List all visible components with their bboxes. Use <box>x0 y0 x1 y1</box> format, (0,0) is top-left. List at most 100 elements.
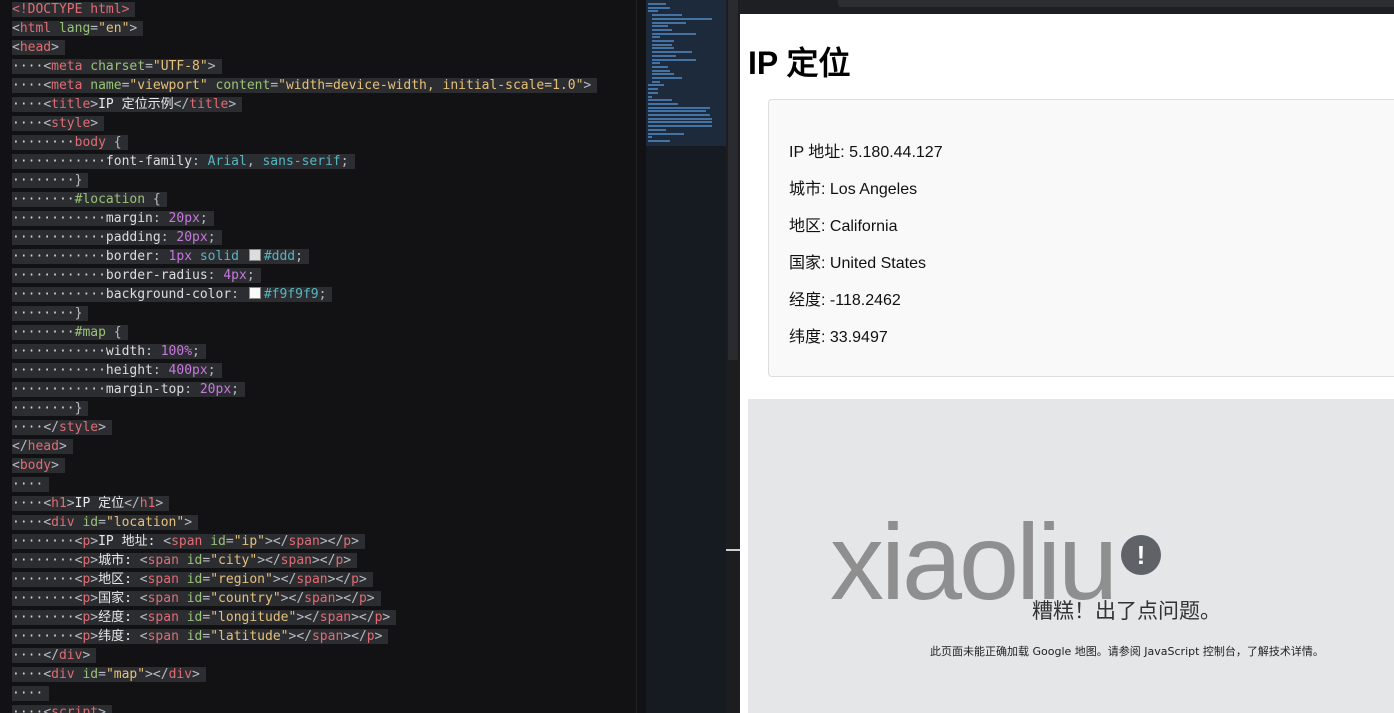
map-container[interactable]: ! 糟糕！出了点问题。 此页面未能正确加载 Google 地图。请参阅 Java… <box>748 399 1394 713</box>
code-token: > <box>358 572 367 587</box>
code-token: < <box>163 534 172 549</box>
code-line: ····<title>IP 定位示例</title> <box>12 95 243 114</box>
code-token: solid <box>192 249 247 264</box>
code-line: ········#map { <box>12 323 128 342</box>
code-line: <body> <box>12 456 65 475</box>
code-token: IP 地址: <box>98 534 164 549</box>
code-token: ></ <box>296 610 320 625</box>
code-token: ········ <box>12 553 75 568</box>
code-token: "latitude" <box>210 629 289 644</box>
scrollbar-thumb[interactable] <box>728 0 738 360</box>
code-token: margin-top <box>105 382 185 397</box>
code-token: ></ <box>257 553 281 568</box>
minimap-line <box>648 102 678 105</box>
code-token: </ <box>173 97 190 112</box>
code-token: ············ <box>12 230 106 245</box>
code-token: ; <box>207 230 216 245</box>
code-token: span <box>296 572 328 587</box>
code-token: "longitude" <box>210 610 297 625</box>
minimap-line <box>648 10 658 13</box>
code-token: < <box>43 705 52 713</box>
code-token: ; <box>246 268 255 283</box>
code-line: ········<p>IP 地址: <span id="ip"></span><… <box>12 532 365 551</box>
editor-scrollbar[interactable] <box>726 0 740 713</box>
code-token: ········ <box>12 306 75 321</box>
minimap[interactable] <box>646 0 726 713</box>
code-token: 20px <box>199 382 232 397</box>
minimap-line <box>648 117 712 120</box>
code-line-text: </head> <box>12 439 73 454</box>
code-token: : <box>160 230 177 245</box>
code-token: ></ <box>145 667 169 682</box>
minimap-line <box>652 80 660 83</box>
code-token: span <box>304 591 336 606</box>
ip-value: 5.180.44.127 <box>849 144 943 161</box>
code-token: 地区: <box>98 572 140 587</box>
editor-divider <box>636 0 637 713</box>
code-token: < <box>43 97 52 112</box>
code-token: ···· <box>12 116 44 131</box>
code-token: ></ <box>343 629 367 644</box>
code-token: meta <box>51 78 83 93</box>
code-line-text: ········} <box>12 306 89 321</box>
code-line-text: ····</style> <box>12 420 112 435</box>
code-token: > <box>90 553 99 568</box>
code-line-text: ········<p>纬度: <span id="latitude"></spa… <box>12 629 389 644</box>
code-token: "viewport" <box>129 78 208 93</box>
code-token: div <box>51 667 75 682</box>
code-token: < <box>139 610 148 625</box>
code-token: > <box>207 59 216 74</box>
minimap-line <box>648 3 666 5</box>
browser-preview: IP 定位 IP 地址: 5.180.44.127 城市: Los Angele… <box>740 0 1394 713</box>
code-token: ········ <box>12 173 75 188</box>
code-token: ········ <box>12 610 75 625</box>
code-token: ></ <box>351 610 375 625</box>
code-token: </ <box>43 420 59 435</box>
code-line-text: ········} <box>12 173 89 188</box>
code-token: 纬度: <box>98 629 140 644</box>
code-token: id <box>178 553 203 568</box>
code-line: ········<p>国家: <span id="country"></span… <box>12 589 381 608</box>
minimap-line <box>652 17 712 20</box>
code-token: ···· <box>12 477 44 492</box>
code-token: "location" <box>105 515 185 530</box>
code-token: 经度: <box>98 610 140 625</box>
code-token: ···· <box>12 420 44 435</box>
country-value: United States <box>829 255 926 272</box>
code-line-text: ····<style> <box>12 116 105 131</box>
code-token: style <box>51 116 91 131</box>
city-label: 城市: <box>789 181 830 198</box>
code-line-text: ············border-radius: 4px; <box>12 268 261 283</box>
code-line: ···· <box>12 684 50 703</box>
code-token: ></ <box>280 591 305 606</box>
code-token: ········ <box>12 629 75 644</box>
address-bar[interactable] <box>838 0 1394 7</box>
code-line: ········<p>地区: <span id="region"></span>… <box>12 570 373 589</box>
minimap-line <box>648 95 652 98</box>
code-token: = <box>145 59 153 74</box>
code-editor[interactable]: <!DOCTYPE html> <html lang="en"> <head> ···… <box>0 0 646 713</box>
code-line: ········} <box>12 171 89 190</box>
latitude-label: 纬度: <box>789 329 830 346</box>
code-token: title <box>51 97 91 112</box>
code-token: = <box>98 515 106 530</box>
code-token: > <box>129 21 138 36</box>
code-token: html <box>90 2 122 17</box>
code-line-text: ····<title>IP 定位示例</title> <box>12 97 243 112</box>
code-token: > <box>90 572 99 587</box>
code-token: charset <box>82 59 146 74</box>
code-token: span <box>147 610 179 625</box>
minimap-line <box>648 84 664 87</box>
code-token: span <box>171 534 203 549</box>
code-token: ···· <box>12 78 44 93</box>
code-token: ; <box>192 344 200 359</box>
code-token: 100% <box>160 344 193 359</box>
code-token: , <box>246 154 263 169</box>
code-line: ············height: 400px; <box>12 361 222 380</box>
code-line: <html lang="en"> <box>12 19 144 38</box>
code-token: : <box>152 249 169 264</box>
code-token: Arial <box>207 154 247 169</box>
code-token: width <box>105 344 146 359</box>
code-token: ········ <box>12 534 75 549</box>
code-token: span <box>147 553 179 568</box>
